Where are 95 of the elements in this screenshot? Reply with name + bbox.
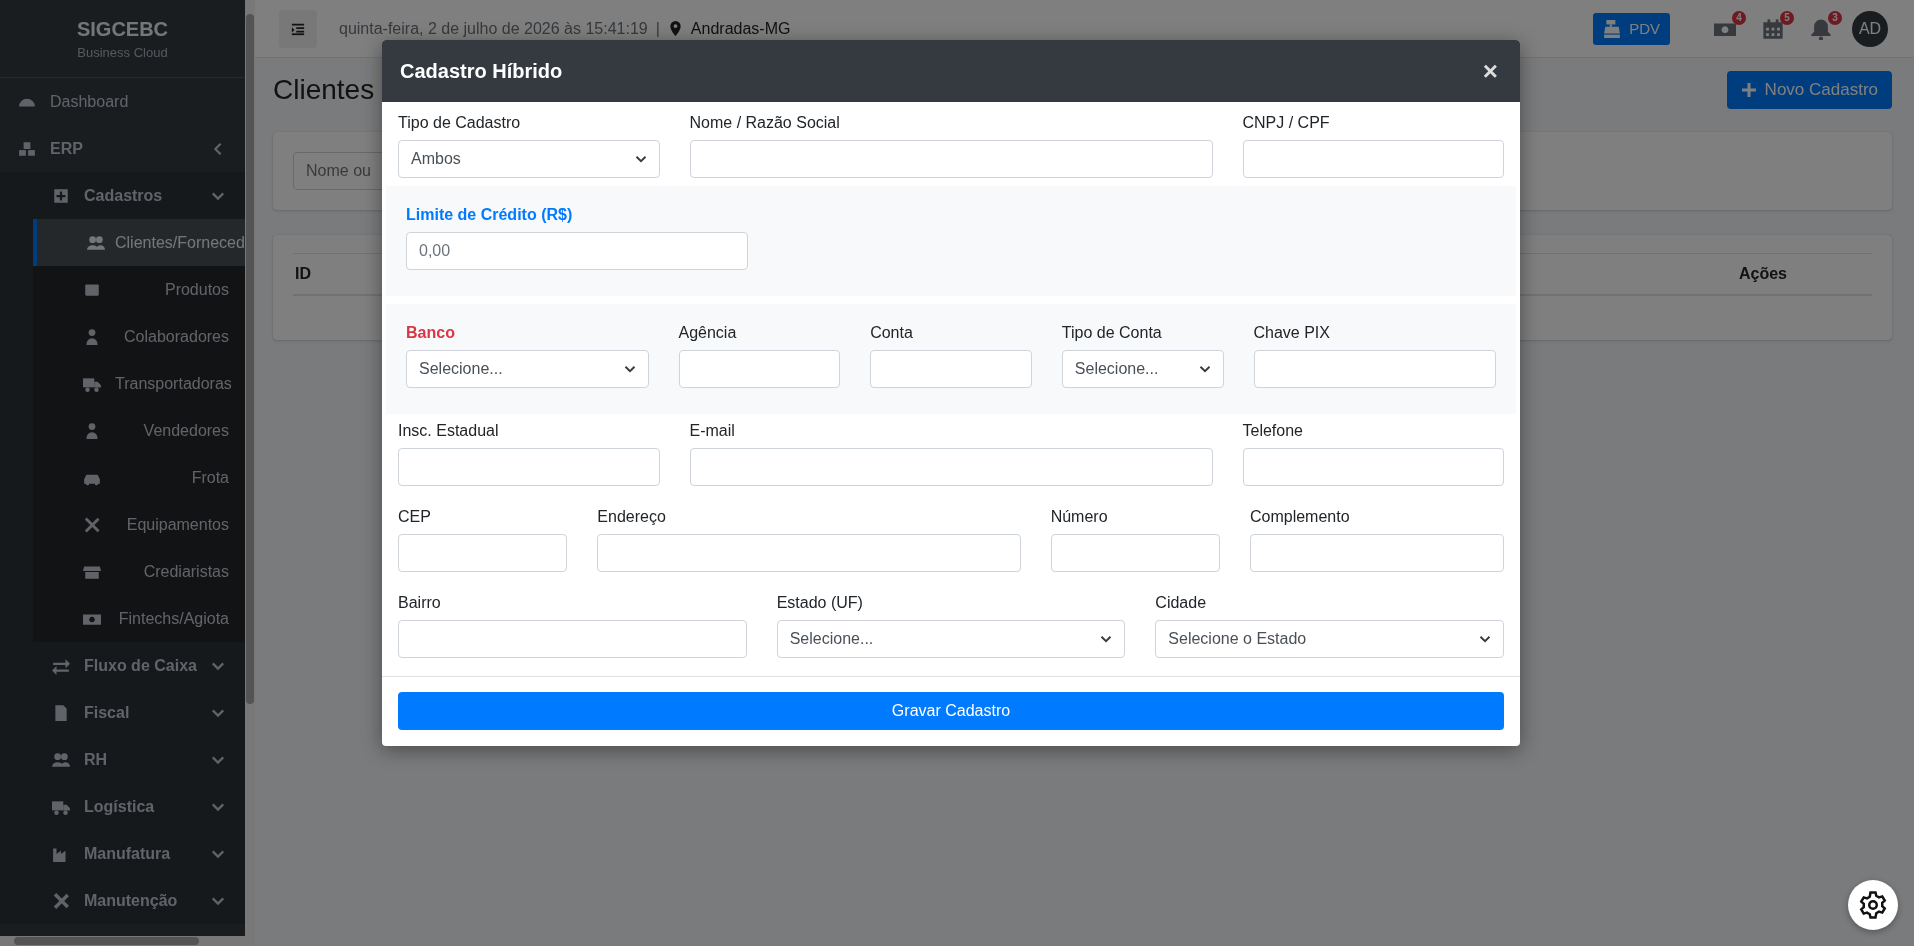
map-pin-icon <box>667 21 683 36</box>
field-label: Cidade <box>1155 594 1208 612</box>
submenu-item[interactable]: Equipamentos <box>33 501 245 548</box>
field-label: Insc. Estadual <box>398 422 500 440</box>
input-field[interactable] <box>398 448 660 486</box>
location: Andradas-MG <box>690 19 791 38</box>
menu-item[interactable]: Dashboard <box>0 78 245 125</box>
column-header: Ações <box>1738 265 1788 283</box>
submenu-item[interactable]: Vendedores <box>33 407 245 454</box>
menu-item[interactable]: RH <box>0 736 245 783</box>
boxes-icon <box>18 139 36 158</box>
scrollbar[interactable] <box>245 0 255 936</box>
menu-toggle-button[interactable] <box>279 9 317 48</box>
plus-icon <box>1740 82 1757 98</box>
submenu-item[interactable]: Fintechs/Agiota <box>33 595 245 642</box>
select-field[interactable]: Selecione o Estado <box>1155 620 1504 658</box>
field-label: E-mail <box>689 422 736 440</box>
submenu-item[interactable]: Clientes/Forneced <box>33 219 245 266</box>
input-field[interactable] <box>689 448 1213 486</box>
submenu-item[interactable]: Transportadoras <box>33 360 245 407</box>
input-field[interactable]: 0,00 <box>406 232 748 270</box>
menu-item[interactable]: Fluxo de Caixa <box>0 642 245 689</box>
input-field[interactable] <box>1253 350 1496 388</box>
field-label: Agência <box>678 324 738 342</box>
input-field[interactable] <box>1242 140 1504 178</box>
menu-item[interactable]: Logística <box>0 783 245 830</box>
field-label: Banco <box>406 324 456 342</box>
users-icon <box>87 233 105 252</box>
person-icon <box>83 421 101 440</box>
menu-item[interactable]: Fiscal <box>0 689 245 736</box>
input-field[interactable] <box>398 620 747 658</box>
field-label: Telefone <box>1242 422 1304 440</box>
date-time: quinta-feira, 2 de julho de 2026 às 15:41:19 <box>339 19 648 38</box>
settings-button[interactable] <box>1848 880 1898 930</box>
field-label: CNPJ / CPF <box>1242 114 1331 132</box>
field-label: Nome / Razão Social <box>689 114 841 132</box>
select-field[interactable]: Ambos <box>398 140 660 178</box>
count-badge: 5 <box>1780 10 1794 25</box>
field-label: Endereço <box>597 508 667 526</box>
page-title: Clientes <box>273 74 375 106</box>
select-field[interactable]: Selecione... <box>406 350 649 388</box>
menu-item[interactable]: Cadastros <box>0 172 245 219</box>
save-button[interactable]: Gravar Cadastro <box>398 692 1504 730</box>
settings-icon <box>1858 890 1888 920</box>
input-field[interactable] <box>689 140 1213 178</box>
modal-title: Cadastro Híbrido <box>400 59 563 83</box>
submenu-item[interactable]: Produtos <box>33 266 245 313</box>
field-label: Complemento <box>1250 508 1351 526</box>
users-icon <box>52 750 70 769</box>
submenu-item[interactable]: Frota <box>33 454 245 501</box>
scrollbar[interactable] <box>0 936 255 946</box>
submenu-item[interactable]: Crediaristas <box>33 548 245 595</box>
input-field[interactable] <box>1050 534 1220 572</box>
chevron-down-icon <box>623 363 636 375</box>
document-icon <box>52 703 70 722</box>
input-field[interactable] <box>398 534 568 572</box>
brand-name: SIGCEBC <box>76 17 169 41</box>
field-label: Conta <box>870 324 914 342</box>
count-badge: 3 <box>1828 10 1842 25</box>
input-field[interactable] <box>1250 534 1504 572</box>
input-field[interactable] <box>870 350 1032 388</box>
input-field[interactable] <box>1242 448 1504 486</box>
field-label: Limite de Crédito (R$) <box>406 206 574 224</box>
column-header: ID <box>295 265 311 283</box>
field-label: Tipo de Cadastro <box>398 114 522 132</box>
input-field[interactable] <box>678 350 841 388</box>
select-field[interactable]: Selecione... <box>776 620 1126 658</box>
field-label: Tipo de Conta <box>1061 324 1163 342</box>
input-field[interactable] <box>597 534 1021 572</box>
indent-icon <box>291 21 305 36</box>
separator: | <box>655 19 660 38</box>
close-button[interactable]: × <box>1478 58 1502 84</box>
chevron-down-icon <box>1100 633 1113 645</box>
brand-tagline: Business Cloud <box>77 44 168 60</box>
select-field[interactable]: Selecione... <box>1061 350 1224 388</box>
field-label: Chave PIX <box>1253 324 1331 342</box>
calendar-icon <box>1762 17 1784 40</box>
menu-item[interactable]: Manufatura <box>0 830 245 877</box>
field-label: Bairro <box>398 594 442 612</box>
bell-icon <box>1810 17 1832 40</box>
new-record-button[interactable]: Novo Cadastro <box>1726 71 1892 109</box>
cash-register-icon <box>1603 19 1622 38</box>
field-label: Número <box>1050 508 1109 526</box>
field-label: CEP <box>398 508 432 526</box>
chevron-down-icon <box>1479 633 1491 645</box>
menu-item[interactable]: ERP <box>0 125 245 172</box>
user-avatar[interactable]: AD <box>1852 10 1888 47</box>
field-label: Estado (UF) <box>776 594 864 612</box>
pdv-button[interactable]: PDV <box>1593 12 1670 45</box>
submenu-item[interactable]: Colaboradores <box>33 313 245 360</box>
person-icon <box>83 327 101 346</box>
menu-item[interactable]: Manutenção <box>0 877 245 924</box>
count-badge: 4 <box>1732 10 1746 25</box>
chevron-down-icon <box>1198 363 1211 375</box>
chevron-down-icon <box>634 153 647 165</box>
